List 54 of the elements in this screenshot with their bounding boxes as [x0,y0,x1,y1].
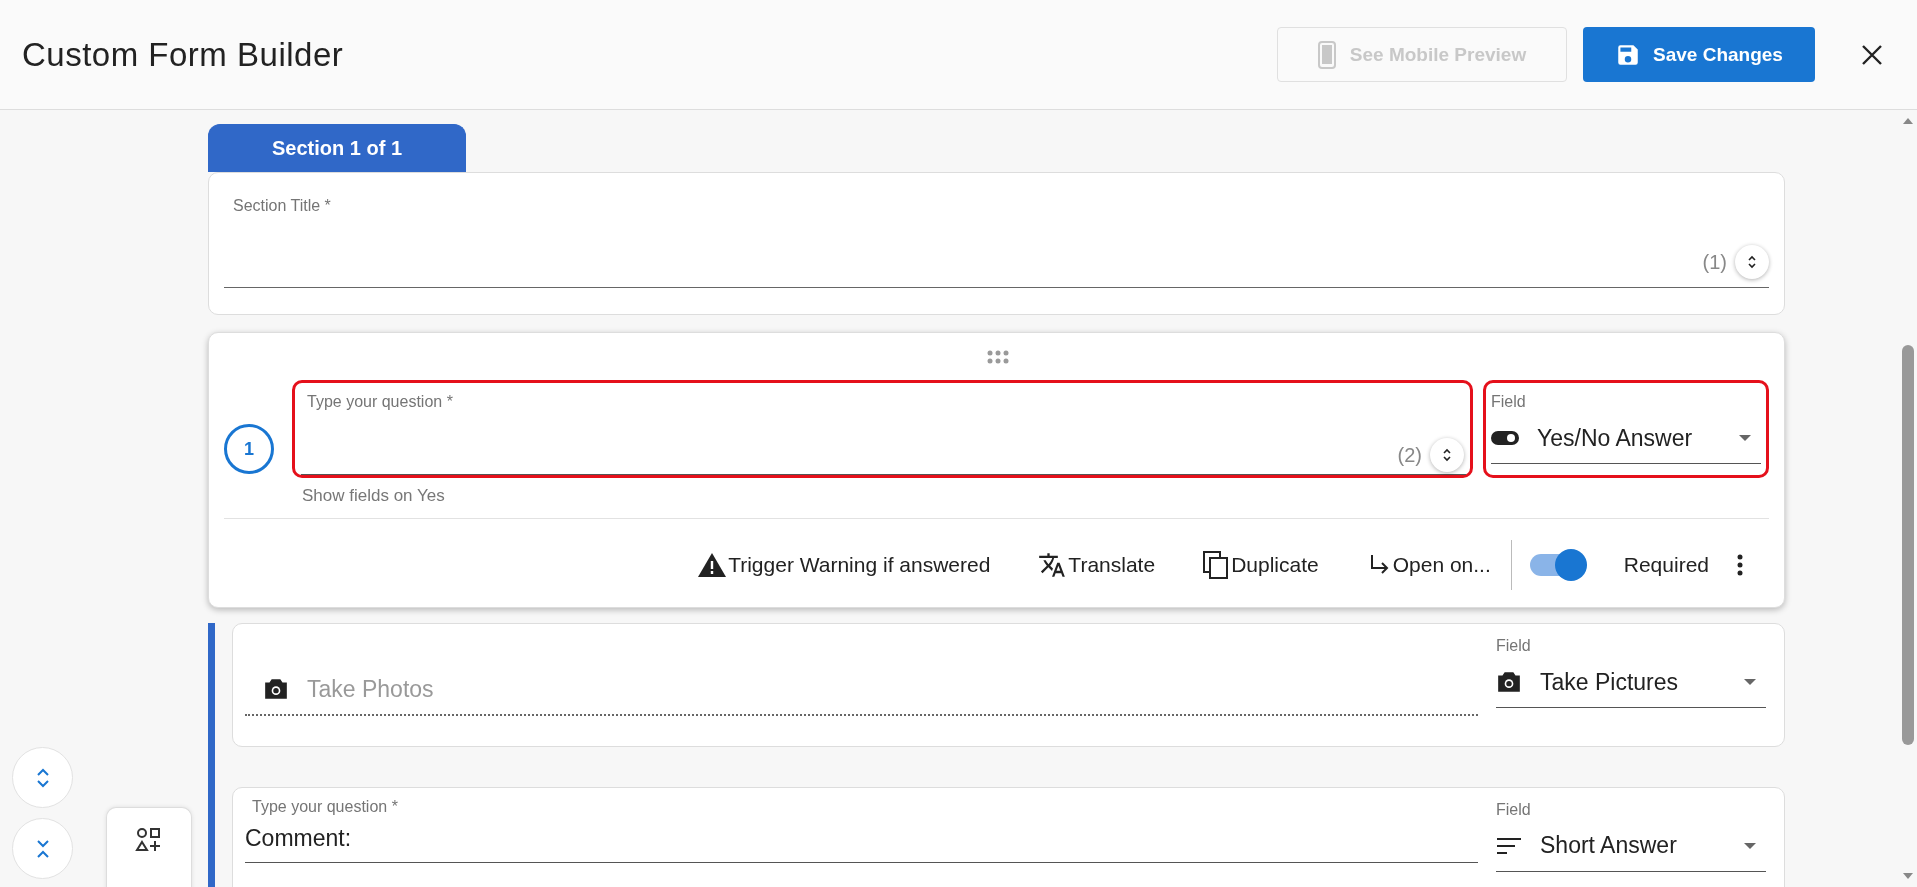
field-label: Section Title * [232,197,332,215]
field-label: Type your question * [251,797,399,816]
select-value: Short Answer [1540,832,1678,860]
translate-icon [1038,551,1067,579]
toggle-icon [1491,430,1519,446]
scrollbar-thumb[interactable] [1901,345,1914,745]
short-text-icon [1496,835,1522,856]
save-changes-button[interactable]: Save Changes [1583,27,1815,82]
up-down-icon [1442,448,1452,462]
expand-chevrons-icon [34,766,51,789]
page-title: Custom Form Builder [22,35,344,74]
question-number: 1 [224,424,274,474]
field-label: Field [1496,800,1532,819]
caret-icon [1744,679,1756,685]
camera-icon [1496,670,1522,694]
phone-icon [1317,40,1336,69]
warning-icon [698,553,727,577]
scroll-down-icon[interactable] [1902,873,1913,879]
field-type-select[interactable]: Field Yes/No Answer [1483,380,1769,478]
field-value: Comment: [245,824,353,854]
field-type-select[interactable]: Field Take Pictures [1488,624,1774,722]
copy-icon [1203,551,1230,579]
translate-action-button[interactable]: Translate [1038,551,1156,579]
drag-handle-icon[interactable] [987,350,1009,364]
open-action-button[interactable]: Open on... [1366,553,1491,577]
question-field[interactable]: Type your question * (2) [292,380,1473,478]
close-icon[interactable] [1861,43,1883,66]
select-value: Take Pictures [1540,668,1680,696]
collapse-chevrons-icon [34,837,51,860]
duplicate-action-button[interactable]: Duplicate [1203,551,1319,579]
caret-icon [1744,842,1756,849]
counter-text: (1) [1702,250,1727,274]
scroll-up-icon[interactable] [1902,118,1913,124]
field-label: Field [1496,637,1532,655]
counter-text: (2) [1397,443,1422,467]
field-label: Type your question * [307,393,454,411]
placeholder-text: Take Photos [307,675,434,703]
caret-icon [1739,435,1751,441]
up-down-icon [1747,255,1757,269]
warning-action-button[interactable]: Trigger Warning if answered [698,553,991,577]
field-type-select[interactable]: Field Short Answer [1488,787,1774,886]
more-options-icon[interactable] [1737,554,1743,576]
reorder-button[interactable] [1735,245,1769,279]
select-value: Yes/No Answer [1537,424,1694,452]
section-title-field[interactable]: (1) [224,237,1769,288]
hint-text: Show fields on Yes [301,485,446,506]
question-field[interactable]: Type your question * Comment: [245,787,1478,863]
required-label: Required [1623,553,1709,577]
field-label: Field [1491,393,1527,411]
section-tab[interactable]: Section 1 of 1 [208,124,466,172]
add-element-button[interactable] [106,807,192,887]
camera-icon [263,677,289,701]
shapes-add-icon [135,826,163,854]
reorder-button[interactable] [1430,438,1464,472]
